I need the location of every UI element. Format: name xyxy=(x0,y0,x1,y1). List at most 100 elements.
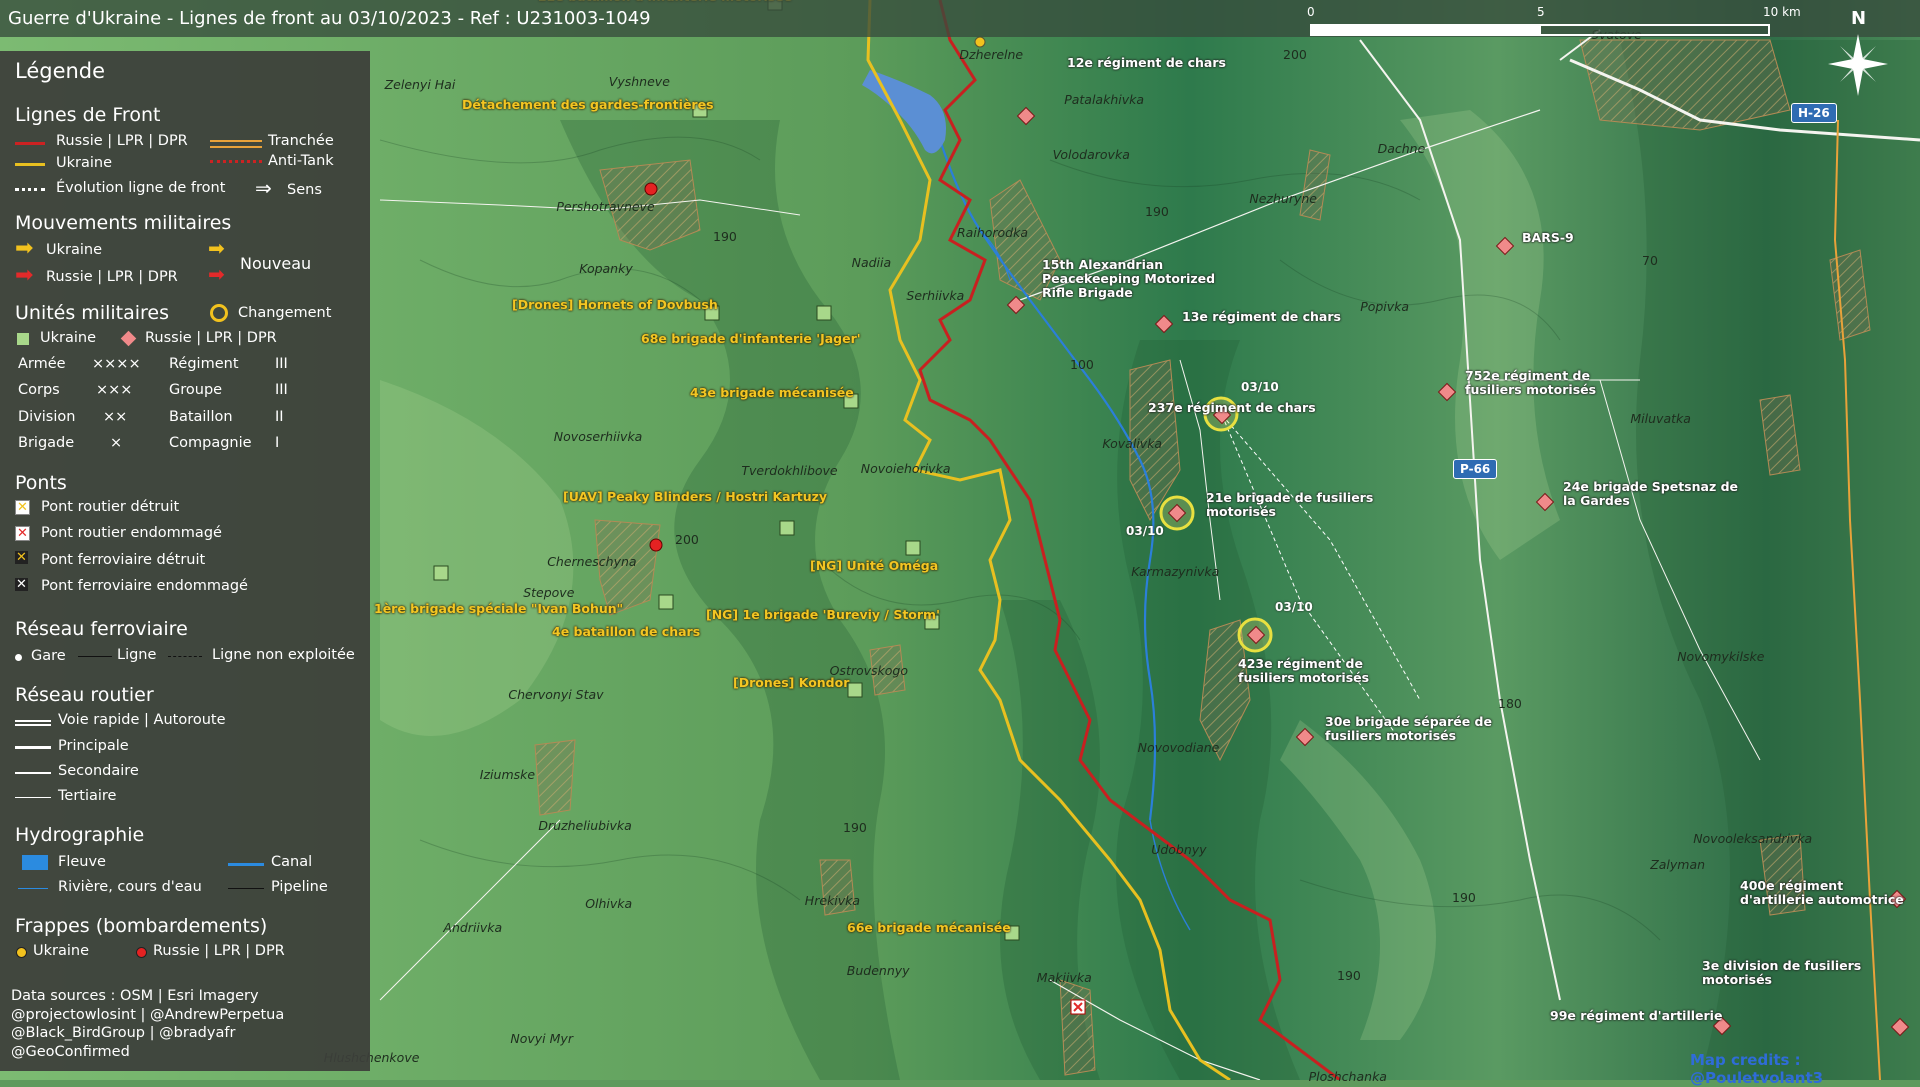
elevation-label: 190 xyxy=(843,820,867,835)
ukraine-unit-marker[interactable] xyxy=(658,594,674,610)
place-label: Ploshchanka xyxy=(1308,1069,1387,1084)
ukraine-unit-marker[interactable] xyxy=(816,305,832,321)
place-label: Popivka xyxy=(1360,299,1410,314)
legend-hydro-heading: Hydrographie xyxy=(15,824,145,846)
legend-bridges-heading: Ponts xyxy=(15,472,67,494)
place-label: Novomykilske xyxy=(1677,649,1765,664)
elevation-label: 200 xyxy=(675,532,699,547)
russia-unit-label: 3e division de fusiliers motorisés xyxy=(1702,958,1862,987)
legend-evolution: Évolution ligne de front xyxy=(56,180,226,196)
place-label: Kopanky xyxy=(579,261,633,276)
ukraine-unit-label: [NG] 1e brigade 'Bureviy / Storm' xyxy=(706,607,940,622)
echelon-company-symbol: I xyxy=(275,435,280,451)
direction-arrow-icon: ⇒ xyxy=(255,176,272,200)
scale-label-5: 5 xyxy=(1537,5,1545,19)
legend-direction: Sens xyxy=(287,182,322,198)
bridge-road-damaged-icon xyxy=(1070,999,1086,1015)
place-label: Iziumske xyxy=(479,767,536,782)
place-label: Patalakhivka xyxy=(1064,92,1145,107)
place-label: Novovodiane xyxy=(1137,740,1220,755)
ukraine-unit-label: 66e brigade mécanisée xyxy=(847,920,1011,935)
place-label: Hrekivka xyxy=(804,893,861,908)
pipeline-swatch xyxy=(228,888,264,889)
russia-unit-label: 12e régiment de chars xyxy=(1067,55,1226,70)
place-label: Dachne xyxy=(1377,141,1426,156)
legend-strike-ukraine: Ukraine xyxy=(33,943,89,959)
legend-canal: Canal xyxy=(271,854,313,870)
scale-label-10: 10 km xyxy=(1763,5,1801,19)
ukraine-unit-label: Détachement des gardes-frontières xyxy=(462,97,714,112)
strike-russia-icon xyxy=(136,947,147,958)
bridge-road-damaged-legend-icon: ✕ xyxy=(15,526,30,541)
russia-unit-label: 24e brigade Spetsnaz de la Gardes xyxy=(1563,479,1739,508)
scale-label-0: 0 xyxy=(1307,5,1315,19)
place-label: Andriivka xyxy=(443,920,503,935)
place-label: Novoserhiivka xyxy=(553,429,643,444)
ukraine-unit-marker[interactable] xyxy=(847,682,863,698)
place-label: Volodarovka xyxy=(1052,147,1130,162)
place-label: Stepove xyxy=(523,585,575,600)
stream-swatch xyxy=(18,888,48,889)
map-title: Guerre d'Ukraine - Lignes de front au 03… xyxy=(8,8,651,29)
bridge-road-destroyed-icon: ✕ xyxy=(15,500,30,515)
place-label: Dzherelne xyxy=(959,47,1024,62)
strike-russia xyxy=(644,182,658,196)
legend-trench: Tranchée xyxy=(268,133,334,149)
russia-line-swatch xyxy=(15,142,45,145)
legend-units-heading: Unités militaires xyxy=(15,302,170,324)
antitank-swatch xyxy=(210,160,262,167)
legend-ru-unit: Russie | LPR | DPR xyxy=(145,330,277,346)
strike-russia xyxy=(649,538,663,552)
legend-change: Changement xyxy=(238,305,332,321)
echelon-brigade: Brigade xyxy=(18,435,75,451)
elevation-label: 190 xyxy=(1337,968,1361,983)
ukraine-unit-label: [Drones] Hornets of Dovbush xyxy=(512,297,718,312)
change-date-label: 03/10 xyxy=(1241,380,1279,394)
change-circle-icon xyxy=(210,304,228,322)
secondary-road-swatch xyxy=(15,772,51,774)
place-label: Vyshneve xyxy=(608,74,670,89)
legend-stream: Rivière, cours d'eau xyxy=(58,879,202,895)
elevation-label: 70 xyxy=(1642,253,1658,268)
place-label: Tverdokhlibove xyxy=(741,463,838,478)
ukraine-unit-label: 43e brigade mécanisée xyxy=(690,385,854,400)
ukraine-line-swatch xyxy=(15,163,45,166)
russia-unit-label: 400e régiment d'artillerie automotrice xyxy=(1740,878,1904,907)
data-sources: Data sources : OSM | Esri Imagery @proje… xyxy=(11,987,284,1061)
ukraine-unit-label: [NG] Unité Oméga xyxy=(810,558,939,573)
ukraine-unit-marker[interactable] xyxy=(779,520,795,536)
canal-swatch xyxy=(228,863,264,866)
russia-unit-label: 13e régiment de chars xyxy=(1182,309,1341,324)
russia-unit-swatch xyxy=(120,330,137,347)
legend-pipeline: Pipeline xyxy=(271,879,328,895)
elevation-label: 190 xyxy=(1452,890,1476,905)
legend-roads-heading: Réseau routier xyxy=(15,684,154,706)
legend-antitank: Anti-Tank xyxy=(268,153,334,169)
map-credits: Map credits : @Pouletvolant3 xyxy=(1690,1051,1824,1087)
strike-ukraine xyxy=(974,36,986,48)
strike-ukraine-icon xyxy=(16,947,27,958)
ukraine-unit-marker[interactable] xyxy=(433,565,449,581)
legend-rail-heading: Réseau ferroviaire xyxy=(15,618,188,640)
ukraine-unit-label: [UAV] Peaky Blinders / Hostri Kartuzy xyxy=(563,489,828,504)
echelon-group: Groupe xyxy=(169,382,223,398)
place-label: Novooleksandrivka xyxy=(1693,831,1813,846)
scale-bar-fill xyxy=(1312,26,1541,34)
elevation-label: 190 xyxy=(1145,204,1169,219)
echelon-regiment-symbol: III xyxy=(275,356,288,372)
russia-unit-label: 99e régiment d'artillerie xyxy=(1550,1008,1723,1023)
ukraine-unit-label: 1ère brigade spéciale "Ivan Bohun" xyxy=(374,601,624,616)
trench-swatch xyxy=(210,140,262,148)
ukraine-unit-marker[interactable] xyxy=(905,540,921,556)
ua-move-arrow-icon: ➡ xyxy=(15,236,34,261)
source-line: @Black_BirdGroup | @bradyafr xyxy=(11,1025,236,1041)
ukraine-unit-label: [Drones] Kondor xyxy=(733,675,850,690)
legend-bridge-rail-damaged: Pont ferroviaire endommagé xyxy=(41,578,248,594)
road-shield: P-66 xyxy=(1453,459,1498,479)
elevation-label: 180 xyxy=(1498,696,1522,711)
echelon-corps-symbol: ××× xyxy=(96,382,133,398)
russia-unit-label: 423e régiment de fusiliers motorisés xyxy=(1238,656,1370,685)
echelon-army-symbol: ×××× xyxy=(92,356,141,372)
place-label: Nadiia xyxy=(851,255,892,270)
place-label: Raihorodka xyxy=(957,225,1029,240)
